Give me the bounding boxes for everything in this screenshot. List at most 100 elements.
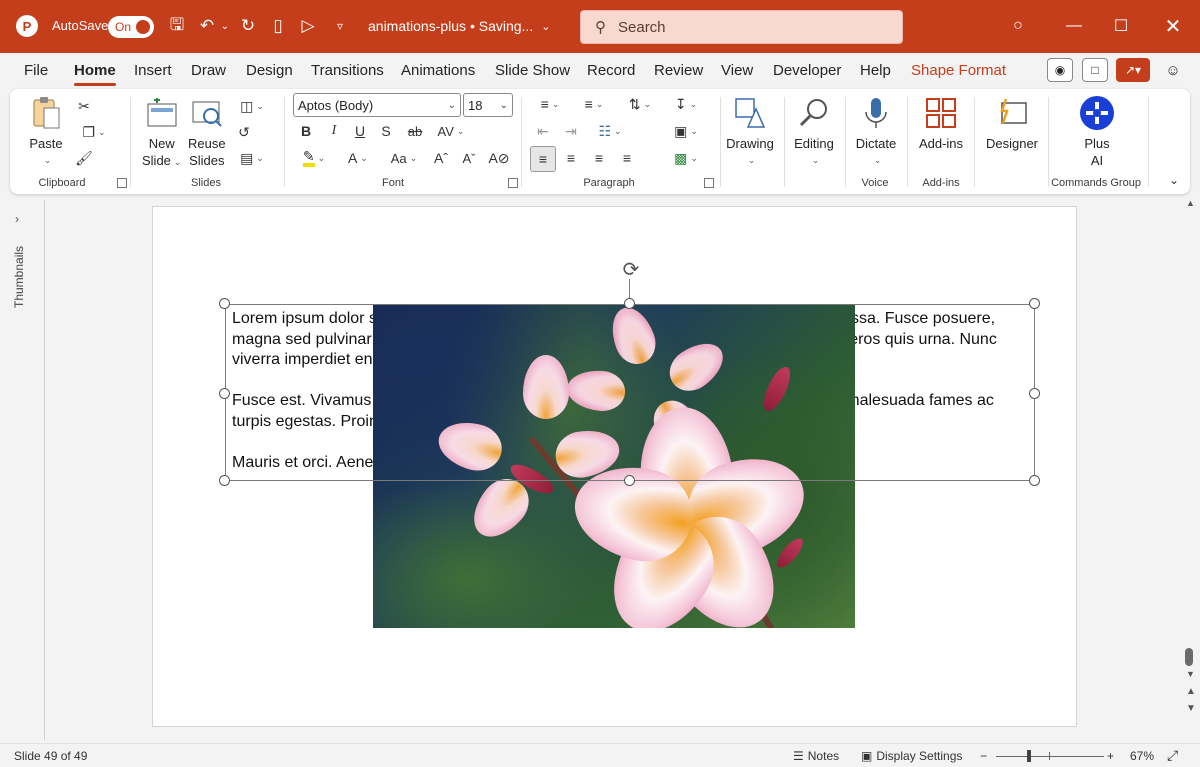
tab-shape-format[interactable]: Shape Format <box>911 62 1006 79</box>
resize-handle-left[interactable] <box>219 388 230 399</box>
tab-record[interactable]: Record <box>587 62 635 79</box>
grow-font-icon[interactable]: Aˆ <box>430 147 452 169</box>
thumbnails-rail[interactable]: › Thumbnails <box>0 200 45 740</box>
next-slide-icon[interactable]: ▼ <box>1186 703 1196 714</box>
notes-button[interactable]: ☰ Notes <box>793 749 839 763</box>
zoom-out-button[interactable]: − <box>980 749 987 763</box>
text-box-selection[interactable] <box>225 304 1035 481</box>
zoom-slider-thumb[interactable] <box>1027 750 1031 762</box>
tab-transitions[interactable]: Transitions <box>311 62 384 79</box>
scroll-down-icon[interactable]: ▼ <box>1186 669 1195 679</box>
layout-icon[interactable]: ◫ ⌄ <box>234 95 270 117</box>
align-text-icon[interactable]: ▣ ⌄ <box>668 120 704 142</box>
align-center-icon[interactable]: ≡ <box>560 147 582 169</box>
paste-button[interactable]: Paste ⌄ <box>28 95 64 169</box>
bold-icon[interactable]: B <box>298 120 314 142</box>
plus-ai-button[interactable]: Plus AI <box>1074 95 1120 169</box>
columns-icon[interactable]: ☷ ⌄ <box>592 120 628 142</box>
tab-developer[interactable]: Developer <box>773 62 841 79</box>
close-button[interactable]: ✕ <box>1158 12 1188 40</box>
cut-icon[interactable]: ✂ <box>74 95 94 117</box>
italic-icon[interactable]: I <box>326 120 342 142</box>
text-shadow-icon[interactable]: S <box>378 120 394 142</box>
collapse-ribbon-icon[interactable]: ⌄ <box>1166 169 1182 191</box>
vertical-scrollbar[interactable]: ▲ ▼ ▲ ▼ <box>1183 196 1197 740</box>
numbering-icon[interactable]: ≡ ⌄ <box>576 93 612 115</box>
font-launcher-icon[interactable] <box>508 178 518 188</box>
increase-indent-icon[interactable]: ⇥ <box>560 120 582 142</box>
present-from-current-icon[interactable]: ▷ <box>296 14 320 38</box>
reset-icon[interactable]: ↺ <box>234 121 254 143</box>
tab-help[interactable]: Help <box>860 62 891 79</box>
tab-home[interactable]: Home <box>74 62 116 86</box>
font-name-select[interactable]: Aptos (Body) ⌄ <box>293 93 461 117</box>
zoom-slider-track[interactable] <box>996 756 1104 757</box>
paragraph-launcher-icon[interactable] <box>704 178 714 188</box>
previous-slide-icon[interactable]: ▲ <box>1186 686 1196 697</box>
tab-file[interactable]: File <box>24 62 48 79</box>
new-slide-button[interactable]: New Slide ⌄ <box>142 95 181 171</box>
font-color-icon[interactable]: A ⌄ <box>342 147 374 169</box>
change-case-icon[interactable]: Aa ⌄ <box>384 147 424 169</box>
addins-button[interactable]: Add-ins <box>916 95 966 152</box>
dictate-button[interactable]: Dictate ⌄ <box>852 95 900 169</box>
fit-to-window-icon[interactable]: ⤢ <box>1167 747 1178 764</box>
justify-icon[interactable]: ≡ <box>616 147 638 169</box>
tab-view[interactable]: View <box>721 62 753 79</box>
lightbulb-icon[interactable]: ○ <box>1003 12 1033 40</box>
tab-slide-show[interactable]: Slide Show <box>495 62 570 79</box>
resize-handle-top-left[interactable] <box>219 298 230 309</box>
clipboard-launcher-icon[interactable] <box>117 178 127 188</box>
resize-handle-right[interactable] <box>1029 388 1040 399</box>
resize-handle-bottom[interactable] <box>624 475 635 486</box>
align-left-icon[interactable]: ≡ <box>530 146 556 172</box>
tab-insert[interactable]: Insert <box>134 62 172 79</box>
line-spacing-icon[interactable]: ⇅ ⌄ <box>622 93 658 115</box>
tab-draw[interactable]: Draw <box>191 62 226 79</box>
resize-handle-top-right[interactable] <box>1029 298 1040 309</box>
autosave-toggle[interactable]: On <box>108 16 154 38</box>
scroll-thumb[interactable] <box>1185 648 1193 666</box>
tab-design[interactable]: Design <box>246 62 293 79</box>
resize-handle-top[interactable] <box>624 298 635 309</box>
tab-review[interactable]: Review <box>654 62 703 79</box>
smartart-icon[interactable]: ▩ ⌄ <box>668 147 704 169</box>
tab-animations[interactable]: Animations <box>401 62 475 79</box>
zoom-in-button[interactable]: + <box>1107 749 1114 763</box>
underline-icon[interactable]: U <box>352 120 368 142</box>
resize-handle-bottom-left[interactable] <box>219 475 230 486</box>
decrease-indent-icon[interactable]: ⇤ <box>532 120 554 142</box>
text-direction-icon[interactable]: ↧ ⌄ <box>668 93 704 115</box>
section-icon[interactable]: ▤ ⌄ <box>234 147 270 169</box>
bullets-icon[interactable]: ≡ ⌄ <box>532 93 568 115</box>
reuse-slides-button[interactable]: Reuse Slides <box>188 95 226 169</box>
editing-button[interactable]: Editing ⌄ <box>790 95 838 169</box>
format-painter-icon[interactable]: 🖌 <box>74 147 94 169</box>
resize-handle-bottom-right[interactable] <box>1029 475 1040 486</box>
search-box[interactable]: ⚲ Search <box>580 10 903 44</box>
expand-thumbnails-icon[interactable]: › <box>15 212 19 226</box>
font-size-select[interactable]: 18 ⌄ <box>463 93 513 117</box>
strikethrough-icon[interactable]: ab <box>404 120 426 142</box>
display-settings-button[interactable]: ▣ Display Settings <box>861 749 962 763</box>
zoom-level[interactable]: 67% <box>1130 749 1154 763</box>
maximize-button[interactable]: ☐ <box>1106 12 1136 40</box>
shrink-font-icon[interactable]: Aˇ <box>458 147 480 169</box>
scroll-up-icon[interactable]: ▲ <box>1186 198 1195 208</box>
coauthor-icon[interactable]: ☺ <box>1160 58 1186 82</box>
redo-icon[interactable]: ↻ <box>236 14 260 38</box>
character-spacing-icon[interactable]: AV ⌄ <box>434 120 468 142</box>
share-button[interactable]: ↗▾ <box>1116 58 1150 82</box>
clear-formatting-icon[interactable]: A⊘ <box>488 147 510 169</box>
designer-button[interactable]: Designer <box>982 95 1042 152</box>
record-button[interactable]: ◉ <box>1047 58 1073 82</box>
comments-button[interactable]: □ <box>1082 58 1108 82</box>
present-from-start-icon[interactable]: ▯ <box>266 14 290 38</box>
highlight-icon[interactable]: ✎ ⌄ <box>296 147 332 169</box>
drawing-button[interactable]: Drawing ⌄ <box>726 95 774 169</box>
undo-dropdown-icon[interactable]: ⌄ <box>218 14 232 38</box>
minimize-button[interactable]: — <box>1059 12 1089 40</box>
undo-icon[interactable]: ↶ <box>195 14 219 38</box>
align-right-icon[interactable]: ≡ <box>588 147 610 169</box>
customize-qat-icon[interactable]: ▿ <box>328 14 352 38</box>
